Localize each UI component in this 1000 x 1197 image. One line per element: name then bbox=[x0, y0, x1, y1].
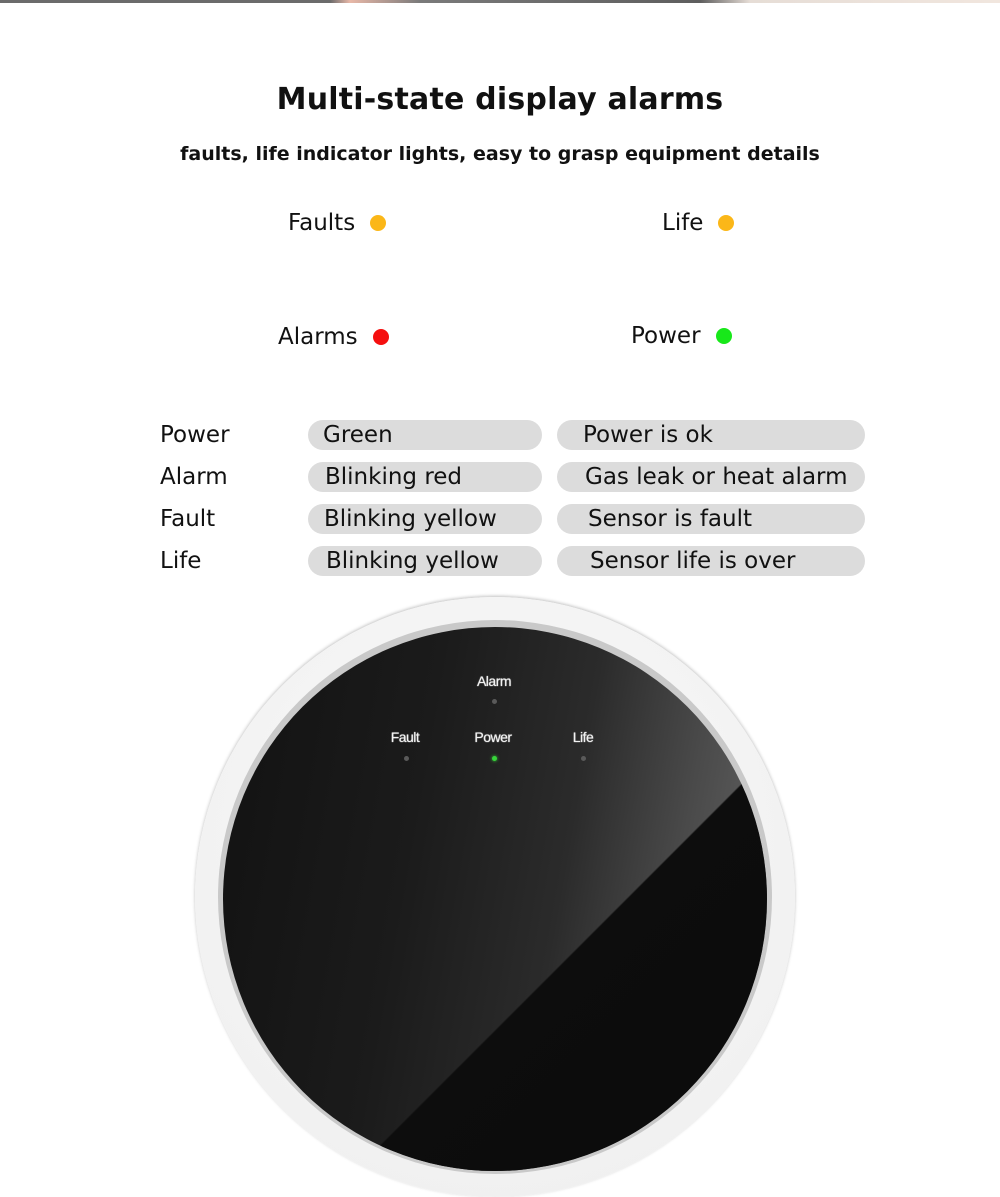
life-led-icon bbox=[581, 756, 586, 761]
row-meaning: Sensor is fault bbox=[557, 504, 865, 534]
device-label-alarm: Alarm bbox=[476, 673, 512, 689]
fault-led-icon bbox=[404, 756, 409, 761]
device-label-power: Power bbox=[474, 729, 512, 745]
legend-item-faults: Faults bbox=[288, 208, 387, 238]
green-dot-icon bbox=[715, 328, 732, 344]
alarm-led-icon bbox=[492, 699, 497, 704]
row-meaning: Sensor life is over bbox=[557, 546, 865, 576]
yellow-dot-icon bbox=[718, 215, 735, 231]
page-subtitle: faults, life indicator lights, easy to g… bbox=[180, 143, 820, 165]
row-indicator: Power bbox=[160, 422, 230, 448]
row-indicator: Alarm bbox=[160, 464, 228, 490]
yellow-dot-icon bbox=[370, 215, 387, 231]
legend-label: Faults bbox=[288, 210, 356, 236]
face-reflection bbox=[223, 627, 767, 1171]
row-meaning: Power is ok bbox=[557, 420, 865, 450]
legend-label: Life bbox=[662, 210, 704, 236]
device-face bbox=[223, 627, 767, 1171]
row-state: Blinking red bbox=[308, 462, 542, 492]
row-indicator: Life bbox=[160, 548, 202, 574]
row-state: Blinking yellow bbox=[308, 504, 542, 534]
power-led-icon bbox=[492, 756, 497, 761]
row-state: Blinking yellow bbox=[308, 546, 542, 576]
page-title: Multi-state display alarms bbox=[276, 82, 724, 117]
legend-item-life: Life bbox=[662, 208, 735, 238]
legend-label: Alarms bbox=[278, 324, 358, 350]
legend-item-alarms: Alarms bbox=[278, 322, 389, 352]
device-label-life: Life bbox=[572, 729, 594, 745]
legend-label: Power bbox=[631, 323, 701, 349]
row-meaning: Gas leak or heat alarm bbox=[557, 462, 865, 492]
device-label-fault: Fault bbox=[390, 729, 420, 745]
top-image-strip bbox=[0, 0, 1000, 3]
row-indicator: Fault bbox=[160, 506, 216, 532]
row-state: Green bbox=[308, 420, 542, 450]
red-dot-icon bbox=[372, 329, 389, 345]
legend-item-power: Power bbox=[631, 321, 732, 351]
